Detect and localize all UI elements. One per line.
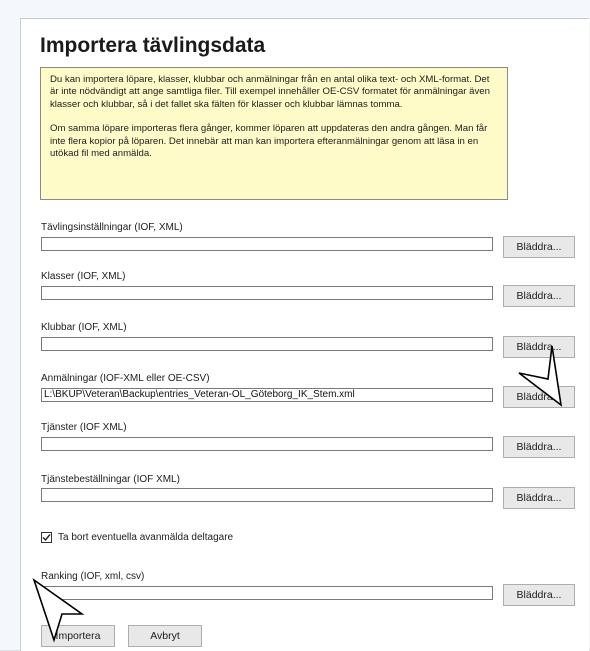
clubs-input[interactable] xyxy=(41,337,493,351)
ranking-input[interactable] xyxy=(41,586,493,600)
remove-withdrawn-label: Ta bort eventuella avanmälda deltagare xyxy=(58,532,234,543)
service-orders-input[interactable] xyxy=(41,488,493,502)
page-title: Importera tävlingsdata xyxy=(40,34,266,57)
field-label-service-orders: Tjänstebeställningar (IOF XML) xyxy=(41,474,180,485)
field-label-competition-settings: Tävlingsinställningar (IOF, XML) xyxy=(41,222,183,233)
info-paragraph-2: Om samma löpare importeras flera gånger,… xyxy=(50,123,488,160)
field-label-services: Tjänster (IOF XML) xyxy=(41,422,127,433)
field-label-entries: Anmälningar (IOF-XML eller OE-CSV) xyxy=(41,373,210,384)
field-label-clubs: Klubbar (IOF, XML) xyxy=(41,322,127,333)
entries-input[interactable]: L:\BKUP\Veteran\Backup\entries_Veteran-O… xyxy=(41,388,493,402)
browse-services-button[interactable]: Bläddra... xyxy=(503,436,575,458)
browse-competition-settings-button[interactable]: Bläddra... xyxy=(503,236,575,258)
info-paragraph-1: Du kan importera löpare, klasser, klubba… xyxy=(50,74,490,110)
field-label-classes: Klasser (IOF, XML) xyxy=(41,271,126,282)
services-input[interactable] xyxy=(41,437,493,451)
competition-settings-input[interactable] xyxy=(41,237,493,251)
browse-ranking-button[interactable]: Bläddra... xyxy=(503,584,575,606)
checkbox-box[interactable] xyxy=(41,532,52,543)
arrow-cursor-icon xyxy=(518,345,563,407)
cancel-button[interactable]: Avbryt xyxy=(128,625,202,647)
classes-input[interactable] xyxy=(41,286,493,300)
browse-service-orders-button[interactable]: Bläddra... xyxy=(503,487,575,509)
checkmark-icon xyxy=(42,534,51,542)
info-box: Du kan importera löpare, klasser, klubba… xyxy=(40,67,508,200)
arrow-cursor-icon xyxy=(32,578,85,643)
browse-classes-button[interactable]: Bläddra... xyxy=(503,285,575,307)
remove-withdrawn-checkbox[interactable]: Ta bort eventuella avanmälda deltagare xyxy=(41,532,233,543)
